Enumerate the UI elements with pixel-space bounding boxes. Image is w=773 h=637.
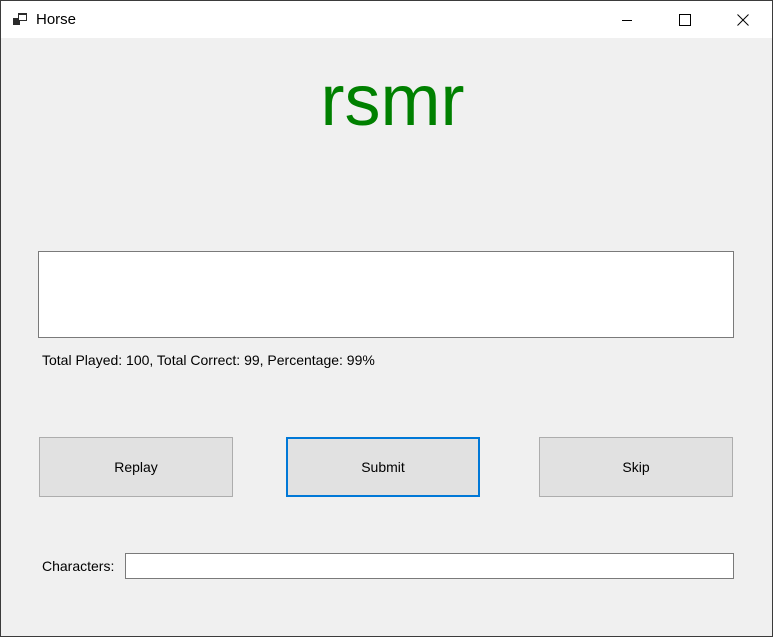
characters-input[interactable] — [125, 553, 734, 579]
answer-text-area[interactable] — [38, 251, 734, 338]
minimize-button[interactable] — [598, 1, 656, 38]
window-title: Horse — [36, 11, 77, 28]
submit-button[interactable]: Submit — [286, 437, 480, 497]
stats-label: Total Played: 100, Total Correct: 99, Pe… — [42, 352, 375, 368]
replay-button[interactable]: Replay — [39, 437, 233, 497]
skip-button[interactable]: Skip — [539, 437, 733, 497]
minimize-icon — [621, 14, 633, 26]
maximize-button[interactable] — [656, 1, 714, 38]
app-window-icon — [13, 12, 29, 28]
app-window: Horse rsmr Total Played: 100, Total Corr… — [0, 0, 773, 637]
close-button[interactable] — [714, 1, 772, 38]
morse-word-display: rsmr — [320, 61, 465, 141]
title-bar[interactable]: Horse — [1, 1, 772, 38]
characters-label: Characters: — [42, 558, 115, 574]
maximize-icon — [679, 13, 691, 26]
close-icon — [737, 13, 749, 26]
